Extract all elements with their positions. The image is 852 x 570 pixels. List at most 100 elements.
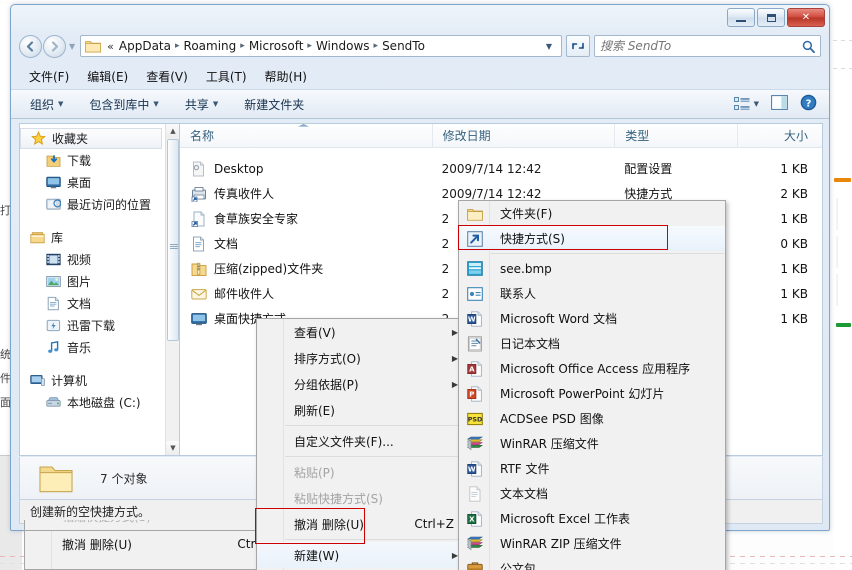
- submenu-item-winrar-archive[interactable]: WinRAR 压缩文件: [459, 431, 725, 456]
- address-bar[interactable]: « AppData ▸ Roaming ▸ Microsoft ▸ Window…: [80, 35, 562, 57]
- background-menu-ghost-label: 粘贴快捷方式(S): [25, 520, 293, 523]
- breadcrumb-item-2[interactable]: Microsoft: [246, 38, 307, 54]
- back-button[interactable]: [19, 34, 42, 58]
- context-menu-item-view[interactable]: 查看(V) ▶: [257, 319, 467, 345]
- navigation-tree: 收藏夹 下载 桌面 最近访问的位置 库 视频 图片 文档 迅雷下载 音乐 计算机…: [20, 124, 166, 413]
- sidebar-item-videos[interactable]: 视频: [20, 248, 166, 270]
- breadcrumb-item-3[interactable]: Windows: [313, 38, 373, 54]
- menu-help[interactable]: 帮助(H): [263, 67, 309, 86]
- submenu-item-psd-image[interactable]: PSD ACDSee PSD 图像: [459, 406, 725, 431]
- submenu-item-word-document[interactable]: W Microsoft Word 文档: [459, 306, 725, 331]
- background-faint-2: [836, 236, 838, 268]
- file-date-cell: 2009/7/14 12:42: [441, 161, 542, 176]
- background-menu-item-undo-delete[interactable]: 撤消 删除(U) Ctrl+Z: [25, 531, 293, 557]
- maximize-button[interactable]: [757, 8, 785, 27]
- submenu-item-rtf-file[interactable]: W RTF 文件: [459, 456, 725, 481]
- sidebar-item-music[interactable]: 音乐: [20, 336, 166, 358]
- submenu-item-folder[interactable]: 文件夹(F): [459, 201, 725, 226]
- share-label: 共享: [184, 97, 209, 112]
- submenu-item-briefcase[interactable]: 公文包: [459, 556, 725, 570]
- menu-view[interactable]: 查看(V): [144, 67, 190, 86]
- star-icon: [31, 131, 46, 145]
- column-header-type[interactable]: 类型: [614, 124, 737, 147]
- submenu-item-see-bmp[interactable]: see.bmp: [459, 256, 725, 281]
- scroll-up-button[interactable]: ▲: [166, 124, 179, 138]
- context-menu-item-undo-delete[interactable]: 撤消 删除(U) Ctrl+Z: [257, 511, 467, 537]
- submenu-item-text-document[interactable]: 文本文档: [459, 481, 725, 506]
- recent-pages-dropdown-icon[interactable]: ▼: [69, 42, 75, 51]
- sidebar-item-documents[interactable]: 文档: [20, 292, 166, 314]
- status-text: 创建新的空快捷方式。: [30, 505, 151, 519]
- context-menu-separator: [285, 539, 466, 540]
- sidebar-item-desktop[interactable]: 桌面: [20, 171, 166, 193]
- context-menu-item-group-by[interactable]: 分组依据(P) ▶: [257, 371, 467, 397]
- address-dropdown-icon[interactable]: ▼: [540, 42, 558, 51]
- preview-pane-button[interactable]: [771, 95, 788, 113]
- submenu-item-powerpoint-slide[interactable]: P Microsoft PowerPoint 幻灯片: [459, 381, 725, 406]
- context-menu-item-refresh[interactable]: 刷新(E): [257, 397, 467, 423]
- file-size-cell: 1 KB: [780, 286, 808, 301]
- minimize-button[interactable]: [727, 8, 755, 27]
- submenu-item-label: 文件夹(F): [500, 207, 553, 221]
- video-icon: [46, 253, 61, 265]
- shortcut-icon: [466, 230, 483, 247]
- sidebar-item-computer[interactable]: 计算机: [20, 369, 166, 391]
- navigation-scrollbar[interactable]: ▲ ▼: [165, 124, 179, 455]
- menu-edit[interactable]: 编辑(E): [85, 67, 130, 86]
- breadcrumb-overflow-icon[interactable]: «: [104, 40, 116, 53]
- sidebar-label: 桌面: [67, 175, 92, 190]
- change-view-button[interactable]: ▼: [733, 97, 759, 111]
- share-button[interactable]: 共享 ▼: [182, 94, 221, 115]
- sidebar-item-local-disk-c[interactable]: 本地磁盘 (C:): [20, 391, 166, 413]
- forward-button[interactable]: [43, 34, 66, 58]
- address-bar-row: ▼ « AppData ▸ Roaming ▸ Microsoft ▸ Wind…: [11, 31, 829, 61]
- search-box[interactable]: [594, 35, 821, 57]
- file-size-cell: 1 KB: [780, 261, 808, 276]
- menu-tools[interactable]: 工具(T): [204, 67, 249, 86]
- context-menu-item-customize-folder[interactable]: 自定义文件夹(F)...: [257, 428, 467, 454]
- background-green-mark: [836, 323, 851, 327]
- menu-file[interactable]: 文件(F): [27, 67, 71, 86]
- new-folder-button[interactable]: 新建文件夹: [241, 94, 307, 115]
- sidebar-item-downloads[interactable]: 下载: [20, 149, 166, 171]
- submenu-item-label: WinRAR 压缩文件: [500, 437, 599, 451]
- scroll-thumb[interactable]: [167, 139, 179, 341]
- context-menu-item-new[interactable]: 新建(W) ▶: [257, 542, 467, 568]
- submenu-item-shortcut[interactable]: 快捷方式(S): [459, 226, 725, 251]
- harddisk-icon: [46, 396, 61, 407]
- context-menu-item-sort-by[interactable]: 排序方式(O) ▶: [257, 345, 467, 371]
- submenu-item-excel-worksheet[interactable]: X Microsoft Excel 工作表: [459, 506, 725, 531]
- breadcrumb-item-0[interactable]: AppData: [116, 38, 174, 54]
- sidebar-item-recent-places[interactable]: 最近访问的位置: [20, 193, 166, 215]
- column-header-date[interactable]: 修改日期: [431, 124, 615, 147]
- sidebar-item-thunder-download[interactable]: 迅雷下载: [20, 314, 166, 336]
- organize-button[interactable]: 组织 ▼: [27, 94, 66, 115]
- refresh-button[interactable]: [566, 35, 590, 57]
- file-name: 食草族安全专家: [214, 212, 299, 226]
- scroll-grip-icon: [170, 244, 178, 249]
- scroll-down-button[interactable]: ▼: [166, 441, 179, 455]
- submenu-item-journal-document[interactable]: 日记本文档: [459, 331, 725, 356]
- sidebar-label: 库: [51, 230, 64, 245]
- submenu-item-access-application[interactable]: A Microsoft Office Access 应用程序: [459, 356, 725, 381]
- sidebar-label: 收藏夹: [52, 132, 89, 146]
- submenu-item-winrar-zip-archive[interactable]: WinRAR ZIP 压缩文件: [459, 531, 725, 556]
- submenu-item-contact[interactable]: 联系人: [459, 281, 725, 306]
- breadcrumb-item-1[interactable]: Roaming: [181, 38, 240, 54]
- back-arrow-icon: [26, 40, 34, 52]
- sidebar-item-libraries[interactable]: 库: [20, 226, 166, 248]
- breadcrumb-item-4[interactable]: SendTo: [379, 38, 428, 54]
- search-input[interactable]: [600, 39, 802, 53]
- search-icon[interactable]: [802, 40, 815, 53]
- zip-folder-icon: [191, 262, 207, 276]
- column-header-name[interactable]: 名称: [180, 124, 432, 147]
- close-button[interactable]: ✕: [787, 8, 825, 27]
- context-menu-item-label: 新建(W): [294, 548, 340, 563]
- sidebar-item-pictures[interactable]: 图片: [20, 270, 166, 292]
- help-button[interactable]: ?: [800, 94, 817, 114]
- sidebar-item-favorites[interactable]: 收藏夹: [20, 128, 162, 149]
- column-header-size[interactable]: 大小: [737, 124, 822, 147]
- table-row[interactable]: Desktop 2009/7/14 12:42 配置设置 1 KB: [180, 156, 822, 181]
- chevron-down-icon: ▼: [153, 100, 159, 108]
- include-in-library-button[interactable]: 包含到库中 ▼: [86, 94, 161, 115]
